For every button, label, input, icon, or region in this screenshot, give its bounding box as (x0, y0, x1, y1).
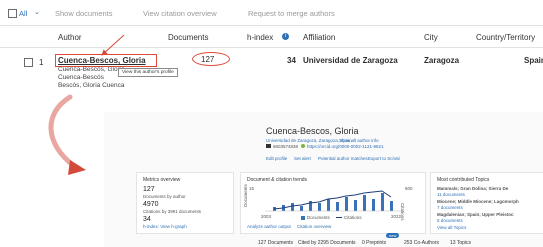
topics-card: Most contributed Topics Mammals; Gran Do… (430, 172, 543, 234)
legend-citations: Citations (344, 215, 362, 220)
profile-scopus-id: 6603574838 (273, 144, 299, 149)
orcid-link[interactable]: https://orcid.org/0000-0002-1121-9621 (307, 144, 383, 149)
tab-cited-by[interactable]: Cited by 2295 Documents (298, 240, 356, 246)
trends-title: Document & citation trends (247, 177, 308, 183)
trends-ylabel-left: Documents (243, 184, 248, 207)
trends-ylabel-right: Citations (400, 203, 405, 221)
tab-documents[interactable]: 127 Documents (258, 240, 293, 246)
topic-label[interactable]: Miocene; Middle Miocene; Lagomorph (437, 199, 519, 204)
legend-documents: Documents (307, 215, 330, 220)
tab-coauthors[interactable]: 253 Co-Authors (404, 240, 439, 246)
metrics-overview-card: Metrics overview 127 Documents by author… (136, 172, 234, 234)
topic-label[interactable]: Mammals; Gran Dolina; Sierra De (437, 186, 508, 191)
view-all-topics-link[interactable]: View all Topics (437, 225, 466, 230)
tab-preprints[interactable]: 0 Preprints (362, 240, 386, 246)
new-badge: new (386, 233, 400, 238)
topic-docs[interactable]: 7 documents (437, 205, 463, 210)
show-all-info-link[interactable]: Show all author info (339, 138, 379, 143)
trends-left-tick: 15 (249, 186, 255, 191)
profile-name: Cuenca-Bescos, Gloria (266, 126, 359, 136)
pointer-arrow (101, 34, 125, 56)
topic-docs[interactable]: 11 documents (437, 192, 465, 197)
citations-metric-value: 4970 (143, 201, 159, 208)
topic-label[interactable]: Magdalenian; Spain; Upper Pleistoc (437, 212, 514, 217)
trends-card: Document & citation trends Documents 15 … (240, 172, 426, 234)
tab-topics[interactable]: 13 Topics (450, 240, 471, 246)
trends-chart (265, 190, 401, 212)
author-profile-panel: Cuenca-Bescos, Gloria Universidad de Zar… (104, 112, 543, 247)
x-axis-start: 2003 (261, 214, 272, 219)
potential-matches-button[interactable]: Potential author matches (318, 156, 368, 161)
legend-swatch (336, 217, 342, 218)
analyze-output-link[interactable]: Analyze author output (247, 224, 291, 229)
metrics-title: Metrics overview (143, 177, 181, 183)
set-alert-button[interactable]: Set alert (294, 156, 311, 161)
id-icon (266, 144, 271, 148)
topic-docs[interactable]: 5 documents (437, 218, 463, 223)
curved-arrow (48, 94, 77, 169)
orcid-icon (301, 144, 305, 148)
export-scival-button[interactable]: Export to SciVal (368, 156, 400, 161)
legend-swatch (301, 216, 305, 220)
trends-right-tick: 600 (405, 186, 413, 191)
citation-overview-link[interactable]: Citation overview (297, 224, 331, 229)
topics-title: Most contributed Topics (437, 177, 490, 183)
edit-profile-button[interactable]: Edit profile (266, 156, 287, 161)
curved-arrow-head (68, 160, 86, 175)
citations-metric-label: Citations by 3991 documents (143, 209, 202, 214)
documents-metric-label: Documents by author (143, 194, 186, 199)
h-graph-link[interactable]: h-index: View h-graph (143, 224, 187, 229)
h-index-metric-value: 34 (143, 216, 151, 223)
documents-metric-value: 127 (143, 186, 155, 193)
